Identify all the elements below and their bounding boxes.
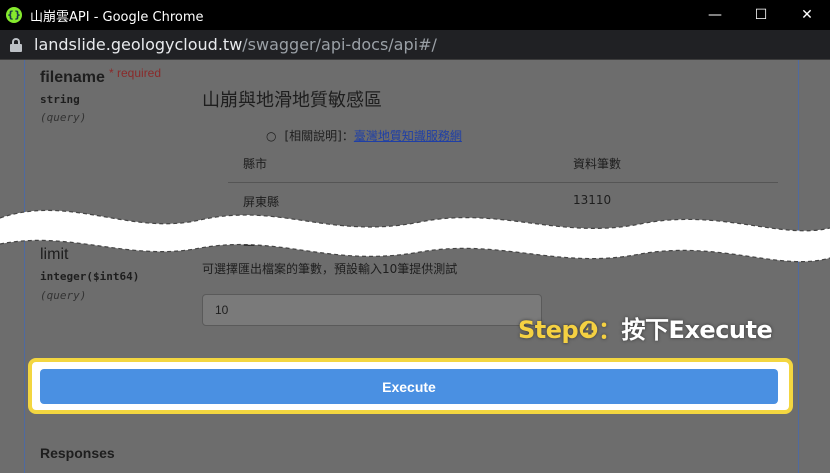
bullet-circle-icon: ○ bbox=[266, 129, 277, 143]
window-title: 山崩雲API - Google Chrome bbox=[30, 9, 204, 25]
minimize-button[interactable]: — bbox=[692, 0, 738, 30]
step-number: ❹ bbox=[578, 316, 599, 344]
step-annotation: Step❹：按下Execute bbox=[518, 310, 773, 345]
param-name-limit: limit bbox=[40, 246, 69, 263]
param-required-label: * required bbox=[109, 66, 162, 80]
page-content: filename * required string (query) 山崩與地滑… bbox=[0, 60, 830, 473]
bullet-prefix: [相關說明]： bbox=[284, 129, 354, 143]
step-colon: ： bbox=[598, 316, 622, 344]
window-title-bar: {} 山崩雲API - Google Chrome — ☐ ✕ bbox=[0, 0, 830, 30]
execute-button[interactable]: Execute bbox=[40, 369, 778, 404]
description-title: 山崩與地滑地質敏感區 bbox=[202, 90, 382, 111]
url-path: /swagger/api-docs/api#/ bbox=[242, 35, 437, 54]
param-name-filename: filename bbox=[40, 69, 105, 86]
table-header-count: 資料筆數 bbox=[573, 157, 622, 171]
step-word: Step bbox=[518, 316, 579, 344]
param-in-filename: (query) bbox=[40, 111, 87, 124]
lock-icon[interactable] bbox=[10, 37, 22, 52]
url-text[interactable]: landslide.geologycloud.tw/swagger/api-do… bbox=[34, 35, 437, 54]
window-controls: — ☐ ✕ bbox=[692, 0, 830, 30]
table-header-county: 縣市 bbox=[243, 157, 268, 171]
limit-input[interactable]: 10 bbox=[202, 294, 542, 326]
knowledge-service-link[interactable]: 臺灣地質知識服務網 bbox=[354, 129, 462, 143]
address-bar[interactable]: landslide.geologycloud.tw/swagger/api-do… bbox=[0, 30, 830, 60]
param-type-filename: string bbox=[40, 93, 80, 106]
responses-heading: Responses bbox=[40, 445, 115, 461]
limit-description: 可選擇匯出檔案的筆數，預設輸入10筆提供測試 bbox=[202, 262, 458, 276]
maximize-button[interactable]: ☐ bbox=[738, 0, 784, 30]
param-in-limit: (query) bbox=[40, 289, 87, 302]
url-host: landslide.geologycloud.tw bbox=[34, 35, 243, 54]
swagger-logo-icon: {} bbox=[6, 7, 22, 23]
param-type-limit: integer($int64) bbox=[40, 270, 140, 283]
description-bullet: ○ [相關說明]：臺灣地質知識服務網 bbox=[266, 127, 462, 144]
close-button[interactable]: ✕ bbox=[784, 0, 830, 30]
table-divider bbox=[228, 182, 778, 183]
step-text: 按下Execute bbox=[621, 316, 773, 344]
